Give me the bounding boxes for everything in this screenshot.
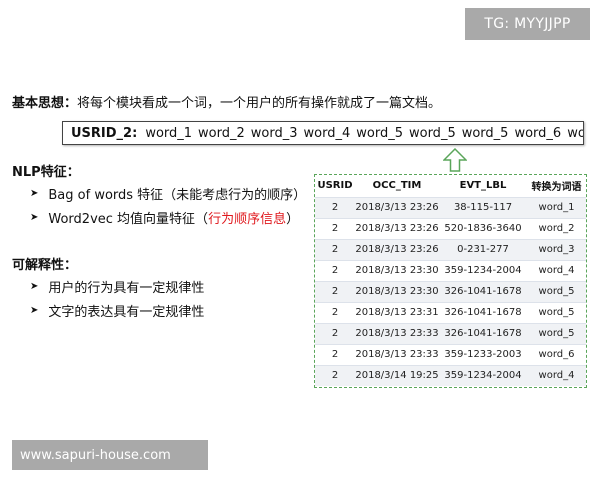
cell-word: word_5 [527,301,586,323]
idea-line: 基本思想：将每个模块看成一个词，一个用户的所有操作就成了一篇文档。 [12,92,441,111]
cell-occ-tim: 2018/3/13 23:31 [355,301,439,323]
interpret-bullet-2: ➤ 文字的表达具有一定规律性 [30,301,204,320]
sequence-word: word_6 [514,125,562,141]
interpret-bullet-1: ➤ 用户的行为具有一定规律性 [30,277,204,296]
cell-word: word_6 [527,343,586,365]
header-word: 转换为词语 [531,182,582,194]
cell-usrid: 2 [315,364,355,386]
cell-usrid: 2 [315,238,355,260]
sequence-word: word_2 [198,125,245,141]
word-sequence-box: USRID_2: word_1 word_2 word_3 word_4 wor… [62,121,584,145]
cell-occ-tim: 2018/3/13 23:26 [355,217,439,239]
cell-evt-lbl: 520-1836-3640 [439,217,527,239]
cell-evt-lbl: 359-1234-2004 [439,364,527,386]
nlp-bullet-2-prefix: Word2vec 均值向量特征（ [48,212,209,227]
cell-usrid: 2 [315,196,355,218]
cell-occ-tim: 2018/3/13 23:33 [355,343,439,365]
interpret-bullet-2-text: 文字的表达具有一定规律性 [48,305,205,320]
arrowhead-bullet-icon: ➤ [30,212,39,223]
nlp-bullet-2-highlight: 行为顺序信息 [208,212,287,227]
cell-usrid: 2 [315,322,355,344]
sequence-word: word_3 [250,125,298,141]
nlp-heading: NLP特征： [12,165,80,180]
cell-occ-tim: 2018/3/13 23:26 [355,238,439,260]
table-header-row: USRID OCC_TIM EVT_LBL 转换为词语 [315,175,586,197]
event-table: USRID OCC_TIM EVT_LBL 转换为词语 2 2018/3/13 … [315,175,586,386]
nlp-bullet-1: ➤ Bag of words 特征（未能考虑行为的顺序） [30,184,306,203]
cell-occ-tim: 2018/3/13 23:30 [355,259,439,281]
cell-word: word_4 [527,259,586,281]
sequence-word: word_4 [567,125,583,141]
header-usrid: USRID [317,180,353,192]
event-table-container: USRID OCC_TIM EVT_LBL 转换为词语 2 2018/3/13 … [314,174,587,388]
sequence-word: word_5 [461,125,509,141]
cell-occ-tim: 2018/3/14 19:25 [355,364,439,386]
table-row: 2 2018/3/13 23:26 38-115-117 word_1 [315,196,586,218]
header-occ-tim: OCC_TIM [372,180,422,192]
idea-text: 将每个模块看成一个词，一个用户的所有操作就成了一篇文档。 [77,96,442,111]
cell-usrid: 2 [315,217,355,239]
nlp-bullet-2: ➤ Word2vec 均值向量特征（ 行为顺序信息） [30,208,299,227]
cell-evt-lbl: 326-1041-1678 [439,280,527,302]
cell-usrid: 2 [315,343,355,365]
cell-evt-lbl: 326-1041-1678 [439,301,527,323]
header-evt-lbl: EVT_LBL [459,180,507,192]
cell-usrid: 2 [315,301,355,323]
table-row: 2 2018/3/13 23:33 359-1233-2003 word_6 [315,343,586,365]
cell-word: word_4 [527,364,586,386]
watermark-bottom: www.sapuri-house.com [12,440,208,470]
cell-usrid: 2 [315,259,355,281]
nlp-bullet-1-text: Bag of words 特征（未能考虑行为的顺序） [48,188,307,203]
table-row: 2 2018/3/13 23:30 359-1234-2004 word_4 [315,259,586,281]
cell-occ-tim: 2018/3/13 23:33 [355,322,439,344]
interpret-heading: 可解释性： [12,258,78,273]
table-row: 2 2018/3/13 23:30 326-1041-1678 word_5 [315,280,586,302]
table-row: 2 2018/3/13 23:31 326-1041-1678 word_5 [315,301,586,323]
nlp-bullet-2-suffix: ） [286,212,300,227]
sequence-word: word_5 [356,125,403,141]
cell-word: word_5 [527,280,586,302]
sequence-label: USRID_2: [71,125,138,141]
cell-word: word_2 [527,217,586,239]
cell-evt-lbl: 359-1234-2004 [439,259,527,281]
table-row: 2 2018/3/13 23:26 520-1836-3640 word_2 [315,217,586,239]
table-row: 2 2018/3/13 23:26 0-231-277 word_3 [315,238,586,260]
watermark-top: TG: MYYJJPP [465,8,590,40]
cell-evt-lbl: 38-115-117 [439,196,527,218]
arrowhead-bullet-icon: ➤ [30,281,39,292]
idea-label: 基本思想： [12,96,78,111]
table-row: 2 2018/3/14 19:25 359-1234-2004 word_4 [315,364,586,386]
cell-usrid: 2 [315,280,355,302]
cell-occ-tim: 2018/3/13 23:30 [355,280,439,302]
cell-evt-lbl: 359-1233-2003 [439,343,527,365]
sequence-word: word_4 [303,125,351,141]
up-arrow-icon [443,148,467,172]
cell-word: word_5 [527,322,586,344]
cell-word: word_1 [527,196,586,218]
cell-evt-lbl: 0-231-277 [439,238,527,260]
table-row: 2 2018/3/13 23:33 326-1041-1678 word_5 [315,322,586,344]
interpret-bullet-1-text: 用户的行为具有一定规律性 [48,281,205,296]
sequence-word: word_1 [145,125,193,141]
cell-occ-tim: 2018/3/13 23:26 [355,196,439,218]
sequence-word: word_5 [408,125,456,141]
cell-word: word_3 [527,238,586,260]
cell-evt-lbl: 326-1041-1678 [439,322,527,344]
arrowhead-bullet-icon: ➤ [30,188,39,199]
arrowhead-bullet-icon: ➤ [30,305,39,316]
